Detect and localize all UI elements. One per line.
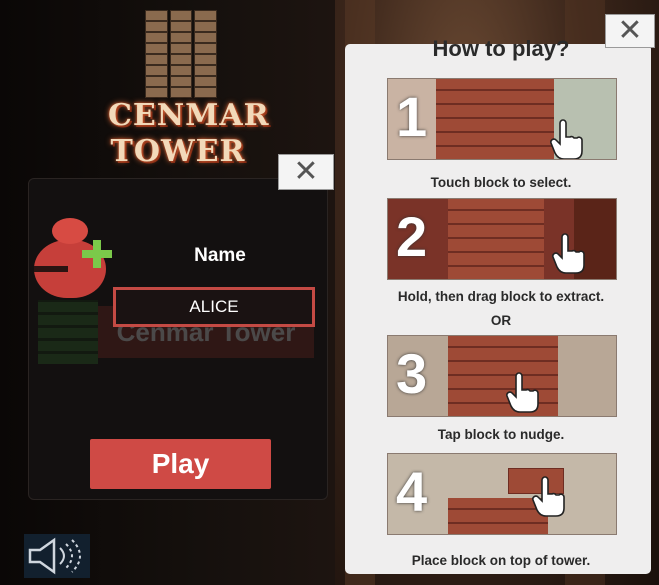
name-label: Name <box>194 245 246 266</box>
step-4-image: 4 <box>387 453 617 535</box>
step-1-caption: Touch block to select. <box>430 175 572 190</box>
user-add-icon <box>34 218 114 313</box>
logo-line-2: TOWER <box>110 134 246 169</box>
hand-pointer-icon <box>552 233 585 274</box>
or-label: OR <box>490 313 512 328</box>
game-screen: CENMAR TOWER ✕ Cenmar Tower Name ALICE P… <box>0 0 659 585</box>
step-3-image: 3 <box>387 335 617 417</box>
step-number: 1 <box>396 85 428 148</box>
hand-pointer-icon <box>550 119 583 159</box>
step-3-caption: Tap block to nudge. <box>437 427 565 442</box>
step-number: 2 <box>396 205 428 268</box>
how-to-play-title: How to play? <box>432 36 570 61</box>
game-logo: CENMAR TOWER <box>108 98 270 170</box>
step-number: 4 <box>396 460 428 523</box>
step-2-caption: Hold, then drag block to extract. <box>397 289 605 304</box>
speaker-icon[interactable] <box>24 534 90 578</box>
play-button[interactable]: Play <box>90 439 271 489</box>
close-icon: ✕ <box>293 154 319 189</box>
logo-line-1: CENMAR <box>108 98 270 133</box>
profile-close-button[interactable]: ✕ <box>278 154 334 190</box>
step-1-image: 1 <box>387 78 617 160</box>
logo-tower-icon <box>145 10 218 100</box>
name-input[interactable]: ALICE <box>113 287 315 327</box>
step-2-image: 2 <box>387 198 617 280</box>
step-4-caption: Place block on top of tower. <box>411 553 591 568</box>
hand-pointer-icon <box>532 476 565 517</box>
hand-pointer-icon <box>506 372 539 413</box>
step-number: 3 <box>396 342 428 405</box>
